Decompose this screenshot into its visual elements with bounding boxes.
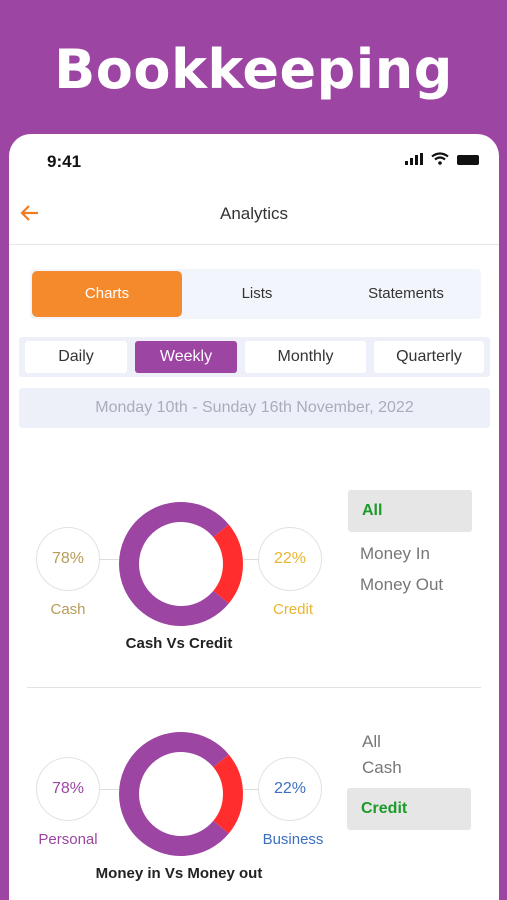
filter-credit-selected[interactable]: Credit — [347, 788, 471, 830]
battery-icon — [457, 155, 479, 165]
filter-cash[interactable]: Cash — [362, 758, 402, 778]
donut-slice-cash — [119, 502, 229, 626]
business-percent-bubble: 22% — [258, 757, 322, 821]
connector-line — [99, 789, 119, 790]
tab-lists[interactable]: Lists — [182, 271, 332, 317]
personal-percent-bubble: 78% — [36, 757, 100, 821]
connector-line — [99, 559, 119, 560]
tab-monthly[interactable]: Monthly — [245, 341, 366, 373]
donut-slice-business — [213, 754, 243, 834]
money-in-out-donut-chart — [119, 732, 243, 856]
wifi-icon — [431, 152, 449, 165]
donut-slice-credit — [213, 524, 243, 604]
headline: Bookkeeping — [54, 38, 453, 101]
tab-weekly[interactable]: Weekly — [135, 341, 237, 373]
section-divider — [27, 687, 481, 688]
view-tabs: Charts Lists Statements — [30, 269, 481, 319]
page-title: Analytics — [219, 204, 289, 223]
business-label: Business — [262, 831, 324, 848]
tab-statements[interactable]: Statements — [332, 271, 480, 317]
phone-frame: 9:41 Analytics Charts Lists Statements D… — [9, 134, 499, 900]
nav-divider — [9, 244, 499, 245]
filter-money-in[interactable]: Money In — [360, 544, 430, 564]
chart-caption: Cash Vs Credit — [125, 635, 233, 652]
period-tabs: Daily Weekly Monthly Quarterly — [19, 337, 490, 377]
credit-percent-bubble: 22% — [258, 527, 322, 591]
personal-label: Personal — [38, 831, 98, 848]
filter-all[interactable]: All — [362, 732, 381, 752]
signal-icon — [405, 153, 423, 165]
chart-caption: Money in Vs Money out — [95, 865, 263, 882]
cash-label: Cash — [50, 601, 86, 618]
status-time: 9:41 — [47, 152, 82, 171]
tab-daily[interactable]: Daily — [25, 341, 127, 373]
credit-label: Credit — [272, 601, 313, 618]
cash-credit-donut-chart — [119, 502, 243, 626]
tab-quarterly[interactable]: Quarterly — [374, 341, 484, 373]
cash-percent-bubble: 78% — [36, 527, 100, 591]
filter-money-out[interactable]: Money Out — [360, 575, 443, 595]
donut-slice-personal — [119, 732, 229, 856]
tab-charts[interactable]: Charts — [32, 271, 182, 317]
filter-all-selected[interactable]: All — [348, 490, 472, 532]
date-range: Monday 10th - Sunday 16th November, 2022 — [19, 388, 490, 428]
status-icons — [405, 152, 479, 165]
